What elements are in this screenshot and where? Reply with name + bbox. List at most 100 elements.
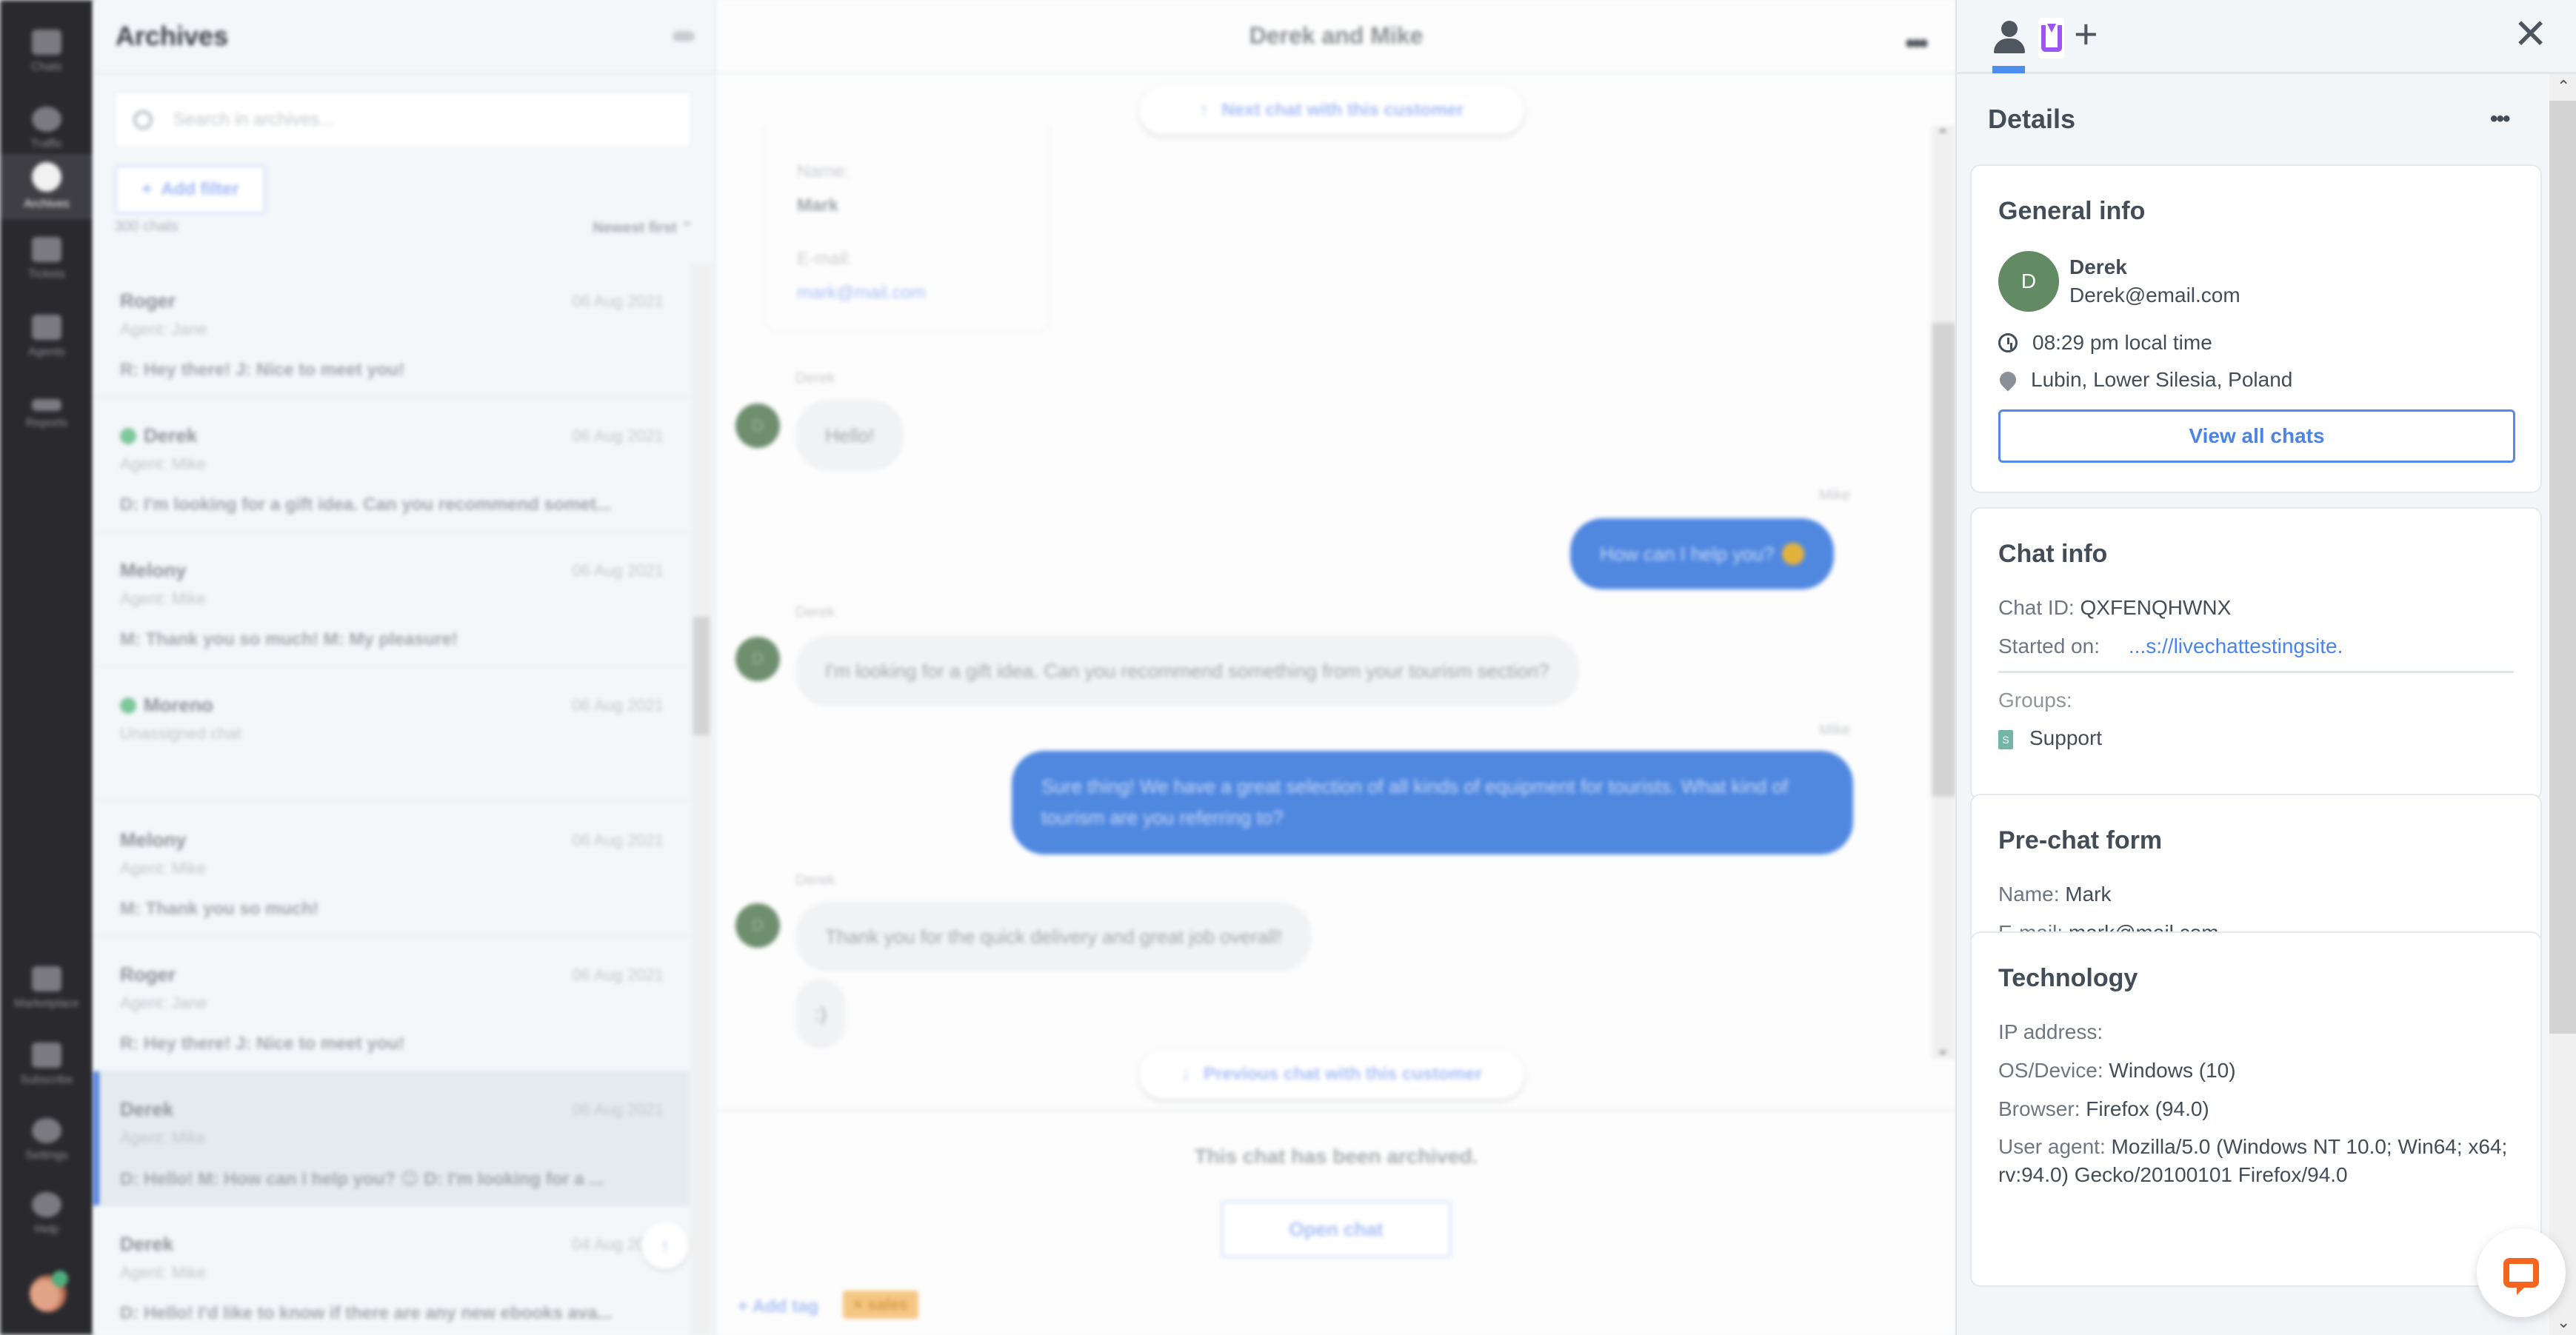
scrollbar-thumb[interactable] <box>693 617 710 735</box>
chat-panel: Derek and Mike ••• Name: Mark E-mail: ma… <box>717 0 1955 1335</box>
archive-list-item[interactable]: Melony 06 Aug 2021 Agent: Mike M: Thank you… <box>93 532 690 667</box>
more-options-icon[interactable]: ••• <box>2490 107 2510 132</box>
archive-list-item[interactable]: Melony 06 Aug 2021 Agent: Mike M: Thank you… <box>93 802 690 937</box>
customer-avatar: D <box>1998 251 2059 312</box>
chat-info-card: Chat info Chat ID: QXFENQHWNX Started on… <box>1970 507 2542 800</box>
location-pin-icon <box>1996 368 2020 392</box>
chevron-up-icon: ⌃ <box>681 220 693 236</box>
nav-item-reports[interactable]: Reports <box>0 378 93 452</box>
smile-emoji-icon <box>1781 543 1804 565</box>
agent-label: Agent: Mike <box>120 859 207 877</box>
add-tag-button[interactable]: + Add tag <box>738 1296 818 1317</box>
chat-bubble-icon <box>2503 1258 2539 1295</box>
nav-item-marketplace[interactable]: Marketplace <box>0 951 93 1025</box>
status-online-dot <box>52 1271 68 1287</box>
chat-date: 06 Aug 2021 <box>572 291 664 310</box>
message-preview: R: Hey there! J: Nice to meet you! <box>120 360 405 380</box>
details-tabs: + ✕ <box>1957 0 2576 74</box>
chat-scrollbar[interactable]: ⌃ ⌄ <box>1932 126 1955 1059</box>
chevron-down-icon[interactable]: ⌄ <box>1936 1040 1949 1059</box>
agent-avatar[interactable] <box>30 1271 68 1312</box>
clock-icon <box>1998 333 2018 352</box>
arrow-down-icon: ↓ <box>1181 1064 1190 1084</box>
chevron-up-icon[interactable]: ⌃ <box>2557 77 2570 96</box>
message-bubble: How can I help you? <box>1570 518 1834 589</box>
divider <box>1998 670 2514 673</box>
arrow-up-icon: ↑ <box>660 1234 670 1257</box>
message-bubble: Hello! <box>795 400 904 471</box>
customer-name: Moreno <box>144 694 213 716</box>
open-chat-button[interactable]: Open chat <box>1221 1200 1452 1258</box>
started-on-link[interactable]: ...s://livechattestingsite. <box>2129 635 2343 658</box>
livechat-widget-button[interactable] <box>2477 1228 2566 1317</box>
customer-name: Derek <box>2069 255 2127 278</box>
customer-name: Derek <box>120 1098 174 1120</box>
sort-dropdown[interactable]: Newest first ⌃ <box>593 218 693 237</box>
plus-icon: + <box>141 179 153 199</box>
chat-count: 300 chats <box>114 218 178 235</box>
remove-tag-icon[interactable]: × <box>853 1295 863 1314</box>
details-scrollbar[interactable]: ⌃ ⌄ <box>2549 74 2576 1335</box>
more-options-icon[interactable]: ••• <box>1905 28 1929 60</box>
prechat-summary-card: Name: Mark E-mail: mark@mail.com <box>763 126 1052 333</box>
archives-menu-icon[interactable] <box>673 30 695 41</box>
archived-notice: This chat has been archived. <box>1194 1145 1478 1168</box>
archive-list-item[interactable]: Roger 06 Aug 2021 Agent: Jane R: Hey there!… <box>93 263 690 398</box>
details-title: Details <box>1988 104 2076 134</box>
agent-label: Agent: Mike <box>120 589 207 608</box>
group-name: Support <box>2029 726 2103 750</box>
nav-item-archives[interactable]: Archives <box>0 154 93 219</box>
message-preview: D: Hello! I'd like to know if there are … <box>120 1303 613 1323</box>
archives-title: Archives <box>116 20 229 51</box>
chat-title: Derek and Mike <box>1249 22 1424 49</box>
general-info-card: General info D Derek Derek@email.com 08:… <box>1970 164 2542 493</box>
chevron-down-icon[interactable]: ⌄ <box>2557 1313 2570 1332</box>
scroll-to-top-button[interactable]: ↑ <box>641 1222 689 1269</box>
archive-list-item[interactable]: Roger 06 Aug 2021 Agent: Jane R: Hey there!… <box>93 937 690 1071</box>
agent-label: Agent: Mike <box>120 455 207 473</box>
message-preview: R: Hey there! J: Nice to meet you! <box>120 1034 405 1054</box>
person-icon <box>2001 21 2018 37</box>
agent-label: Unassigned chat <box>120 724 241 743</box>
agent-label: Agent: Mike <box>120 1128 207 1147</box>
nav-item-chats[interactable]: Chats <box>0 15 93 89</box>
details-panel: + ✕ ⌃ ⌄ Details ••• General info D Derek… <box>1955 0 2576 1335</box>
nav-item-agents[interactable]: Agents <box>0 300 93 374</box>
chat-footer: This chat has been archived. Open chat +… <box>717 1109 1955 1335</box>
chat-date: 06 Aug 2021 <box>572 965 664 984</box>
message-preview: D: Hello! M: How can I help you? 😊 D: I'… <box>120 1169 604 1189</box>
nav-item-tickets[interactable]: Tickets <box>0 222 93 296</box>
add-filter-button[interactable]: + Add filter <box>114 164 267 215</box>
customer-name: Melony <box>120 559 187 581</box>
nav-item-settings[interactable]: Settings <box>0 1103 93 1177</box>
archive-list-item[interactable]: Derek 06 Aug 2021 Agent: Mike D: I'm lookin… <box>93 398 690 532</box>
previous-chat-button[interactable]: ↓ Previous chat with this customer <box>1139 1050 1524 1099</box>
customer-email: Derek@email.com <box>2069 284 2240 307</box>
chats-icon <box>32 30 61 55</box>
archive-list-item[interactable]: Derek 06 Aug 2021 Agent: Mike D: Hello! M: … <box>93 1071 690 1206</box>
scrollbar-thumb[interactable] <box>2549 101 2576 1034</box>
archive-list-item[interactable]: Derek 04 Aug 2021 Agent: Mike D: Hello! I'd… <box>93 1206 690 1335</box>
message-bubble: Sure thing! We have a great selection of… <box>1012 751 1853 854</box>
chat-date: 06 Aug 2021 <box>572 830 664 849</box>
close-icon[interactable]: ✕ <box>2513 13 2548 55</box>
tab-customer-details[interactable] <box>1992 21 2025 55</box>
archives-header: Archives <box>93 0 715 74</box>
nav-item-subscribe[interactable]: Subscribe <box>0 1028 93 1102</box>
next-chat-button[interactable]: ↑ Next chat with this customer <box>1139 86 1524 135</box>
archive-list-item[interactable]: Moreno 06 Aug 2021 Unassigned chat <box>93 667 690 802</box>
scrollbar-thumb[interactable] <box>1932 323 1955 797</box>
chevron-up-icon[interactable]: ⌃ <box>1936 126 1949 145</box>
archives-search-input[interactable]: Search in archives... <box>114 92 692 147</box>
agent-label: Agent: Jane <box>120 320 207 338</box>
add-app-icon[interactable]: + <box>2074 13 2098 55</box>
tab-app[interactable] <box>2038 18 2064 58</box>
message-bubble: :) <box>795 979 846 1048</box>
agent-label: Agent: Jane <box>120 994 207 1012</box>
group-badge: S <box>1998 730 2013 749</box>
view-all-chats-button[interactable]: View all chats <box>1998 409 2515 463</box>
nav-item-help[interactable]: Help <box>0 1177 93 1251</box>
archives-scrollbar[interactable] <box>690 263 713 1335</box>
main-nav: Chats Traffic Archives Tickets Agents Re… <box>0 0 93 1335</box>
message-preview: D: I'm looking for a gift idea. Can you … <box>120 495 612 515</box>
